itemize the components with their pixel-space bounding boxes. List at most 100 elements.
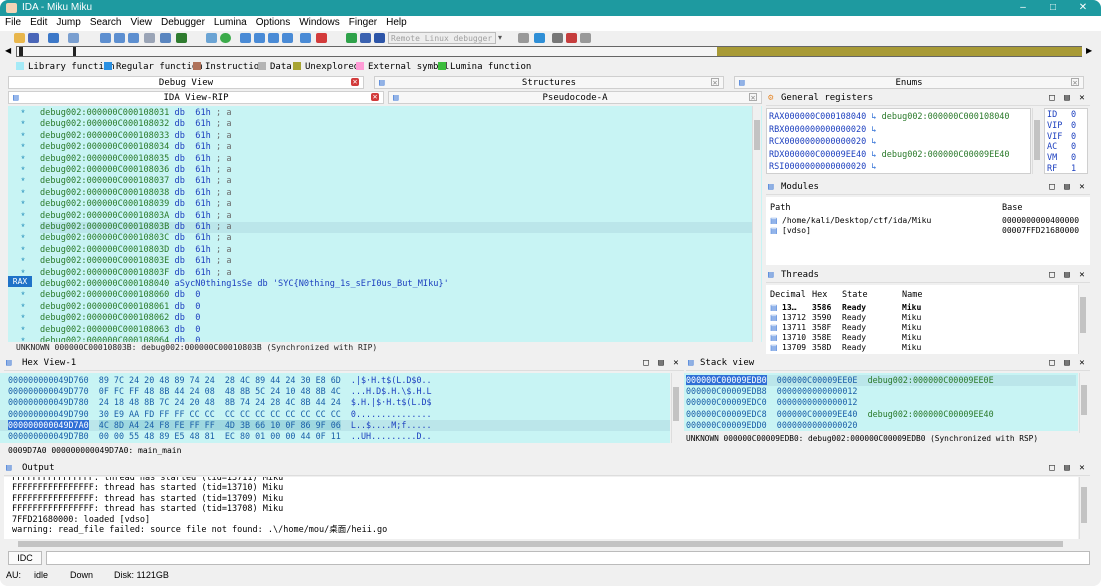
open-icon[interactable] (14, 33, 25, 43)
menu-options[interactable]: Options (251, 16, 294, 28)
hex-close-icon[interactable]: ✕ (670, 356, 682, 371)
code-line[interactable]: debug002:000000C00010803D db 61h ; a (40, 245, 752, 256)
code-line[interactable]: debug002:000000C000108035 db 61h ; a (40, 154, 752, 165)
code-line[interactable]: debug002:000000C00010803B db 61h ; a (40, 222, 752, 234)
register-row[interactable]: RBX0000000000000020 ↳ (769, 124, 882, 136)
hex-restore-icon[interactable]: □ (640, 356, 652, 371)
stop-icon[interactable] (374, 33, 385, 43)
hex-view-panel[interactable]: 000000000049D760 89 7C 24 20 48 89 74 24… (0, 373, 670, 443)
threads-close-icon[interactable]: ✕ (1076, 268, 1088, 283)
menu-file[interactable]: File (0, 16, 25, 28)
module-path[interactable]: [vdso] (782, 226, 811, 235)
save-icon[interactable] (28, 33, 39, 43)
trace-icon[interactable] (534, 33, 545, 43)
code-line[interactable]: debug002:000000C000108040 aSycN0thing1sS… (40, 279, 752, 290)
tab-enums[interactable]: ▤ Enums ✕ (734, 76, 1084, 89)
nav-left-arrow-icon[interactable]: ◀ (5, 46, 11, 55)
close-enums-icon[interactable]: ✕ (1071, 78, 1079, 87)
debugger-select[interactable]: Remote Linux debugger (388, 32, 496, 44)
close-button[interactable]: ✕ (1068, 0, 1098, 16)
back-icon[interactable] (48, 33, 59, 43)
struct-icon[interactable] (300, 33, 311, 43)
code-line[interactable]: debug002:000000C000108031 db 61h ; a (40, 108, 752, 119)
hex-row[interactable]: 000000000049D760 89 7C 24 20 48 89 74 24… (0, 375, 670, 386)
navigation-band[interactable] (16, 46, 1082, 57)
menu-lumina[interactable]: Lumina (209, 16, 251, 28)
output-scrollbar[interactable] (1079, 477, 1088, 539)
output-h-scrollbar[interactable] (4, 540, 1079, 548)
menu-view[interactable]: View (126, 16, 157, 28)
idc-button[interactable]: IDC (8, 551, 42, 565)
graph-icon[interactable] (206, 33, 217, 43)
search-icon[interactable] (144, 33, 155, 43)
flag-row[interactable]: RF 1 (1047, 164, 1076, 173)
flag-row[interactable]: AC 0 (1047, 142, 1076, 153)
output-float-icon[interactable]: ▤ (1061, 461, 1073, 476)
menu-help[interactable]: Help (381, 16, 411, 28)
tab-ida-view-rip[interactable]: ▤ IDA View-RIP ✕ (8, 91, 384, 104)
pause-icon[interactable] (360, 33, 371, 43)
code-line[interactable]: debug002:000000C000108039 db 61h ; a (40, 199, 752, 210)
stop-x-icon[interactable] (316, 33, 327, 43)
stack-close-icon[interactable]: ✕ (1076, 356, 1088, 371)
register-row[interactable]: RDX000000C00009EE40 ↳ debug002:000000C00… (769, 149, 1010, 161)
menu-windows[interactable]: Windows (294, 16, 344, 28)
registers-float-icon[interactable]: ▤ (1061, 91, 1073, 106)
modules-restore-icon[interactable]: □ (1046, 180, 1058, 195)
code-line[interactable]: debug002:000000C000108032 db 61h ; a (40, 119, 752, 130)
modules-close-icon[interactable]: ✕ (1076, 180, 1088, 195)
down-arrow-icon[interactable] (160, 33, 171, 43)
registers-close-icon[interactable]: ✕ (1076, 91, 1088, 106)
threads-panel[interactable]: Decimal Hex State Name ▤ 13… 3586 Ready Miku… (766, 285, 1078, 354)
registers-restore-icon[interactable]: □ (1046, 91, 1058, 106)
hex-row[interactable]: 000000000049D790 30 E9 AA FD FF FF CC CC… (0, 409, 670, 420)
code-line[interactable]: debug002:000000C00010803C db 61h ; a (40, 233, 752, 244)
tab-structures[interactable]: ▤ Structures ✕ (374, 76, 724, 89)
stack-row[interactable]: 000000C00009EDB0 000000C00009EE0E debug0… (686, 375, 1076, 387)
stack-float-icon[interactable]: ▤ (1061, 356, 1073, 371)
stack-view-panel[interactable]: 000000C00009EDB0 000000C00009EE0E debug0… (684, 373, 1078, 431)
stack-restore-icon[interactable]: □ (1046, 356, 1058, 371)
minimize-button[interactable]: – (1008, 0, 1038, 16)
thread-decimal[interactable]: 13… (782, 303, 796, 312)
ida-disassembly-view[interactable]: * debug002:000000C000108031 db 61h ; a * de… (8, 106, 762, 342)
registers-scrollbar[interactable] (1032, 108, 1041, 174)
hex-row[interactable]: 000000000049D770 0F FC FF 48 8B 44 24 08… (0, 386, 670, 397)
func2-icon[interactable] (254, 33, 265, 43)
flag-row[interactable]: ID 0 (1047, 110, 1076, 121)
register-row[interactable]: RCX0000000000000020 ↳ (769, 136, 882, 148)
output-panel[interactable]: FFFFFFFFFFFFFFFF: thread has started (ti… (4, 477, 1078, 539)
code-line[interactable]: debug002:000000C000108037 db 61h ; a (40, 176, 752, 187)
flag-row[interactable]: VIP 0 (1047, 121, 1076, 132)
code-line[interactable]: debug002:000000C000108061 db 0 (40, 302, 752, 313)
flags-panel[interactable]: ID 0 VIP 0 VIF 0 AC 0 VM 0 RF 1 (1044, 108, 1088, 174)
tracing-icon[interactable] (580, 33, 591, 43)
code-line[interactable]: debug002:000000C000108034 db 61h ; a (40, 142, 752, 153)
output-close-icon[interactable]: ✕ (1076, 461, 1088, 476)
xref-icon[interactable] (268, 33, 279, 43)
thread-decimal[interactable]: 13709 (782, 343, 806, 352)
code-line[interactable]: debug002:000000C000108062 db 0 (40, 313, 752, 324)
modules-panel[interactable]: Path Base ▤ /home/kali/Desktop/ctf/ida/Mi… (766, 197, 1090, 265)
menu-jump[interactable]: Jump (51, 16, 84, 28)
menu-edit[interactable]: Edit (25, 16, 51, 28)
close-ida-view-icon[interactable]: ✕ (371, 93, 379, 101)
register-row[interactable]: RSI0000000000000020 ↳ (769, 161, 882, 173)
thread-decimal[interactable]: 13710 (782, 333, 806, 342)
text-icon[interactable] (176, 33, 187, 43)
menu-finger[interactable]: Finger (344, 16, 381, 28)
menu-search[interactable]: Search (85, 16, 126, 28)
breakpoint-icon[interactable] (552, 33, 563, 43)
nav-right-arrow-icon[interactable]: ▶ (1086, 46, 1092, 55)
attach-icon[interactable] (518, 33, 529, 43)
thread-decimal[interactable]: 13712 (782, 313, 806, 322)
stack-scrollbar[interactable] (1079, 373, 1088, 443)
flag-row[interactable]: VM 0 (1047, 153, 1076, 164)
module-path[interactable]: /home/kali/Desktop/ctf/ida/Miku (782, 216, 931, 225)
play-icon[interactable] (346, 33, 357, 43)
stack-row[interactable]: 000000C00009EDC8 000000C00009EE40 debug0… (686, 409, 1076, 420)
threads-restore-icon[interactable]: □ (1046, 268, 1058, 283)
stack-row[interactable]: 000000C00009EDC0 0000000000000012 (686, 397, 1076, 408)
func-icon[interactable] (240, 33, 251, 43)
close-structures-icon[interactable]: ✕ (711, 78, 719, 87)
